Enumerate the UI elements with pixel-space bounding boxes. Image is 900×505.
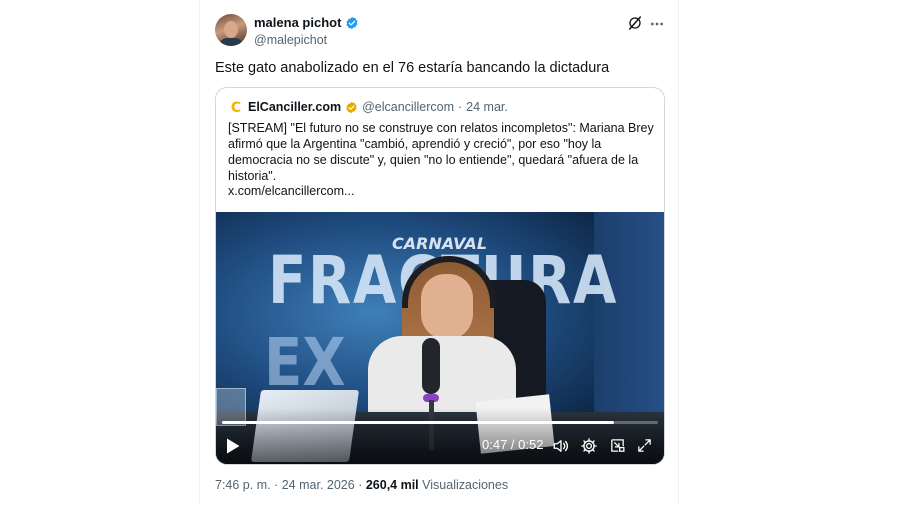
video-controls-shade <box>216 408 664 464</box>
quoted-tweet[interactable]: C ElCanciller.com @elcancillercom · 24 m… <box>215 87 665 465</box>
play-icon[interactable] <box>225 437 241 455</box>
picture-in-picture-icon[interactable] <box>609 437 626 454</box>
quoted-text: [STREAM] "El futuro no se construye con … <box>228 121 654 183</box>
video-progress-bar[interactable] <box>222 421 658 424</box>
video-microphone <box>422 338 440 394</box>
gold-verified-badge-icon <box>346 101 357 113</box>
tweet-date[interactable]: 24 mar. 2026 <box>282 478 355 492</box>
tweet-text: Este gato anabolizado en el 76 estaría b… <box>215 60 610 76</box>
tweet-footer: 7:46 p. m. · 24 mar. 2026 · 260,4 mil Vi… <box>215 478 508 492</box>
video-time: 0:47 / 0:52 <box>482 437 544 452</box>
grok-icon[interactable] <box>627 15 643 31</box>
verified-badge-icon <box>346 16 358 29</box>
avatar-face <box>224 21 238 38</box>
avatar-shirt <box>219 38 243 46</box>
author-avatar[interactable] <box>215 14 247 46</box>
views-count: 260,4 mil <box>365 478 419 492</box>
author-handle[interactable]: @malepichot <box>254 33 327 47</box>
quoted-logo-letter: C <box>231 100 241 115</box>
quoted-header: C ElCanciller.com @elcancillercom · 24 m… <box>228 99 508 115</box>
quoted-date[interactable]: 24 mar. <box>466 100 508 114</box>
video-brand-text: CARNAVAL <box>392 234 488 253</box>
footer-separator-2: · <box>358 478 363 492</box>
video-player[interactable]: FRACTURA EX CARNAVAL 0:47 / 0:52 <box>216 212 664 464</box>
tweet-card: malena pichot @malepichot Este gato anab… <box>199 0 679 505</box>
video-progress-fill <box>222 421 615 424</box>
quoted-author-name[interactable]: ElCanciller.com <box>248 100 341 114</box>
footer-separator-1: · <box>274 478 279 492</box>
author-name-row: malena pichot <box>254 15 359 30</box>
fullscreen-icon[interactable] <box>636 437 653 454</box>
tweet-time[interactable]: 7:46 p. m. <box>215 478 271 492</box>
quoted-link[interactable]: x.com/elcancillercom... <box>228 184 354 198</box>
elcanciller-logo-icon: C <box>231 100 241 115</box>
volume-icon[interactable] <box>552 437 570 455</box>
author-name[interactable]: malena pichot <box>254 15 341 30</box>
quoted-author-handle[interactable]: @elcancillercom <box>362 100 454 114</box>
quoted-separator: · <box>458 100 463 114</box>
settings-icon[interactable] <box>580 437 598 455</box>
more-options-icon[interactable] <box>649 16 665 32</box>
views-label: Visualizaciones <box>422 478 509 492</box>
